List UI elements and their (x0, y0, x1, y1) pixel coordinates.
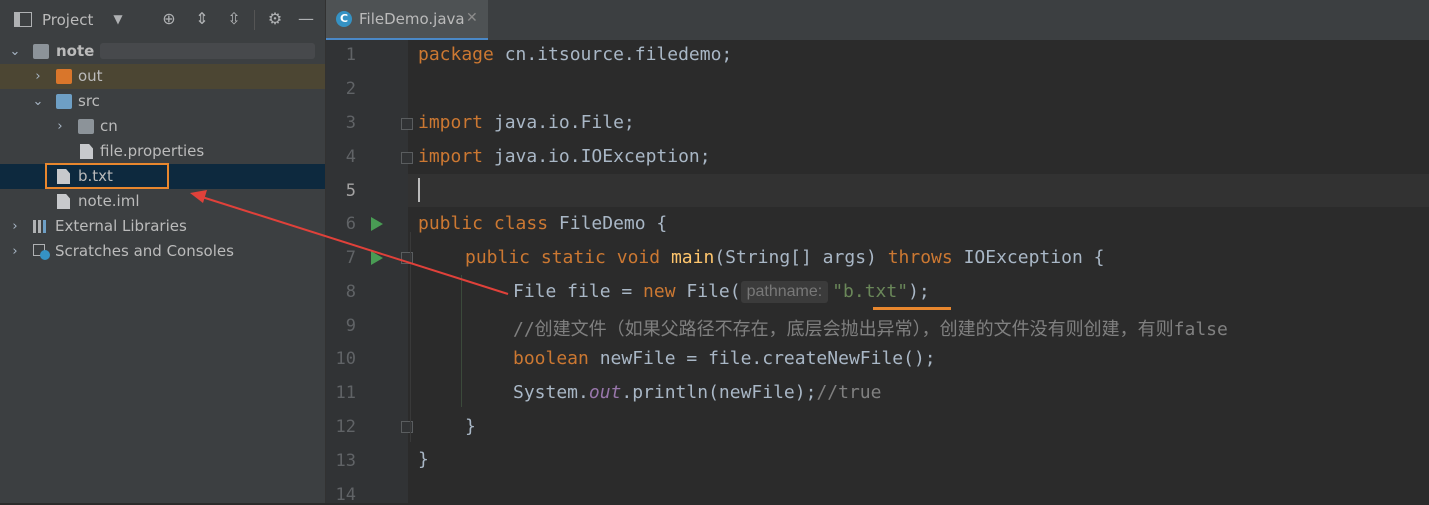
arrow-line (201, 196, 509, 295)
arrow-head (190, 190, 207, 203)
annotation-arrow (190, 190, 509, 295)
